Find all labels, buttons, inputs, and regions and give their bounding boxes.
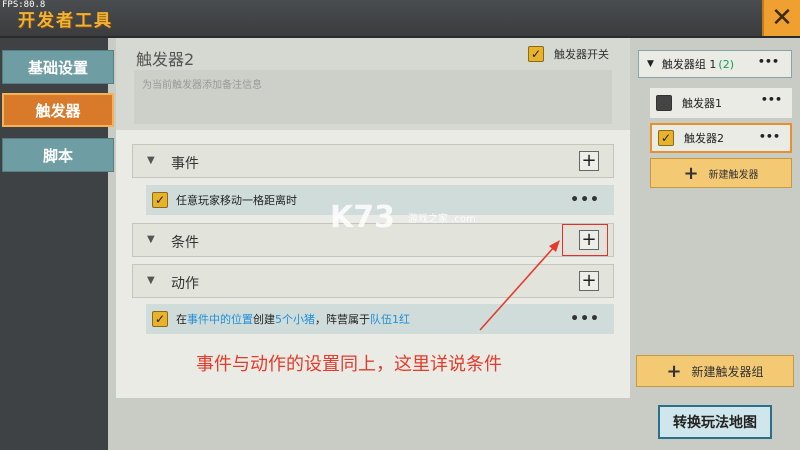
trigger-list-panel: ▼ 触发器组 1 (2) ••• ✓ 触发器1 ••• ✓ 触发器2 ••• +… xyxy=(630,38,800,398)
switch-label: 触发器开关 xyxy=(554,48,609,61)
checkbox-checked-icon[interactable]: ✓ xyxy=(658,130,674,146)
tab-label: 触发器 xyxy=(35,101,81,120)
watermark-logo: K73 xyxy=(330,200,395,235)
collapse-triangle-icon[interactable]: ▼ xyxy=(147,275,155,286)
checkbox-checked-icon[interactable]: ✓ xyxy=(152,192,168,208)
section-action[interactable]: ▼ 动作 + xyxy=(132,264,614,298)
add-event-button[interactable]: + xyxy=(579,151,599,171)
tab-label: 脚本 xyxy=(42,146,73,165)
tab-triggers[interactable]: 触发器 xyxy=(2,93,114,127)
new-group-button[interactable]: + 新建触发器组 xyxy=(636,355,794,387)
trigger-switch[interactable]: ✓ 触发器开关 xyxy=(528,46,609,62)
more-icon[interactable]: ••• xyxy=(759,130,780,143)
trigger-name[interactable]: 触发器2 xyxy=(136,46,194,70)
checkbox-checked-icon[interactable]: ✓ xyxy=(528,46,544,62)
action-row[interactable]: ✓ 在事件中的位置创建5个小猪，阵营属于队伍1红 ••• xyxy=(146,304,614,334)
trigger-list-item-selected[interactable]: ✓ 触发器2 ••• xyxy=(650,123,792,153)
trigger-item-name: 触发器2 xyxy=(684,132,724,145)
convert-label: 转换玩法地图 xyxy=(673,415,757,431)
checkbox-checked-icon[interactable]: ✓ xyxy=(152,311,168,327)
collapse-triangle-icon[interactable]: ▼ xyxy=(147,155,155,166)
tab-scripts[interactable]: 脚本 xyxy=(2,138,114,172)
new-trigger-label: 新建触发器 xyxy=(708,169,759,181)
title-bar: FPS:80.8 开发者工具 ✕ xyxy=(0,0,800,38)
section-event[interactable]: ▼ 事件 + xyxy=(132,144,614,178)
app-title: 开发者工具 xyxy=(18,11,113,31)
trigger-item-name: 触发器1 xyxy=(682,97,722,110)
more-icon[interactable]: ••• xyxy=(570,311,600,327)
group-count: (2) xyxy=(718,57,735,71)
close-button[interactable]: ✕ xyxy=(762,0,800,36)
close-icon: ✕ xyxy=(771,3,793,33)
checkbox-unchecked-icon[interactable]: ✓ xyxy=(656,95,672,111)
section-label: 条件 xyxy=(171,235,199,251)
group-name: 触发器组 1 xyxy=(661,58,717,71)
add-action-button[interactable]: + xyxy=(579,271,599,291)
new-trigger-button[interactable]: + 新建触发器 xyxy=(650,158,792,188)
note-input[interactable]: 为当前触发器添加备注信息 xyxy=(134,70,612,124)
trigger-group-header[interactable]: ▼ 触发器组 1 (2) ••• xyxy=(638,50,792,78)
tab-basic-settings[interactable]: 基础设置 xyxy=(2,50,114,84)
watermark-subtext: 游戏之家 .com xyxy=(408,214,476,225)
action-text[interactable]: 在事件中的位置创建5个小猪，阵营属于队伍1红 xyxy=(176,311,410,327)
convert-map-button[interactable]: 转换玩法地图 xyxy=(658,405,772,439)
highlight-box xyxy=(562,224,608,256)
plus-icon: + xyxy=(683,162,699,184)
more-icon[interactable]: ••• xyxy=(761,93,782,106)
trigger-list-item[interactable]: ✓ 触发器1 ••• xyxy=(650,88,792,118)
more-icon[interactable]: ••• xyxy=(758,55,779,68)
tab-label: 基础设置 xyxy=(27,58,88,77)
event-text[interactable]: 任意玩家移动一格距离时 xyxy=(176,192,297,208)
collapse-triangle-icon[interactable]: ▼ xyxy=(647,59,654,69)
collapse-triangle-icon[interactable]: ▼ xyxy=(147,234,155,245)
section-label: 动作 xyxy=(171,276,199,292)
section-label: 事件 xyxy=(171,156,199,172)
plus-icon: + xyxy=(666,360,682,382)
new-group-label: 新建触发器组 xyxy=(691,364,764,379)
more-icon[interactable]: ••• xyxy=(570,192,600,208)
annotation-text: 事件与动作的设置同上，这里详说条件 xyxy=(196,354,502,375)
trigger-header: 触发器2 ✓ 触发器开关 为当前触发器添加备注信息 xyxy=(116,38,630,130)
